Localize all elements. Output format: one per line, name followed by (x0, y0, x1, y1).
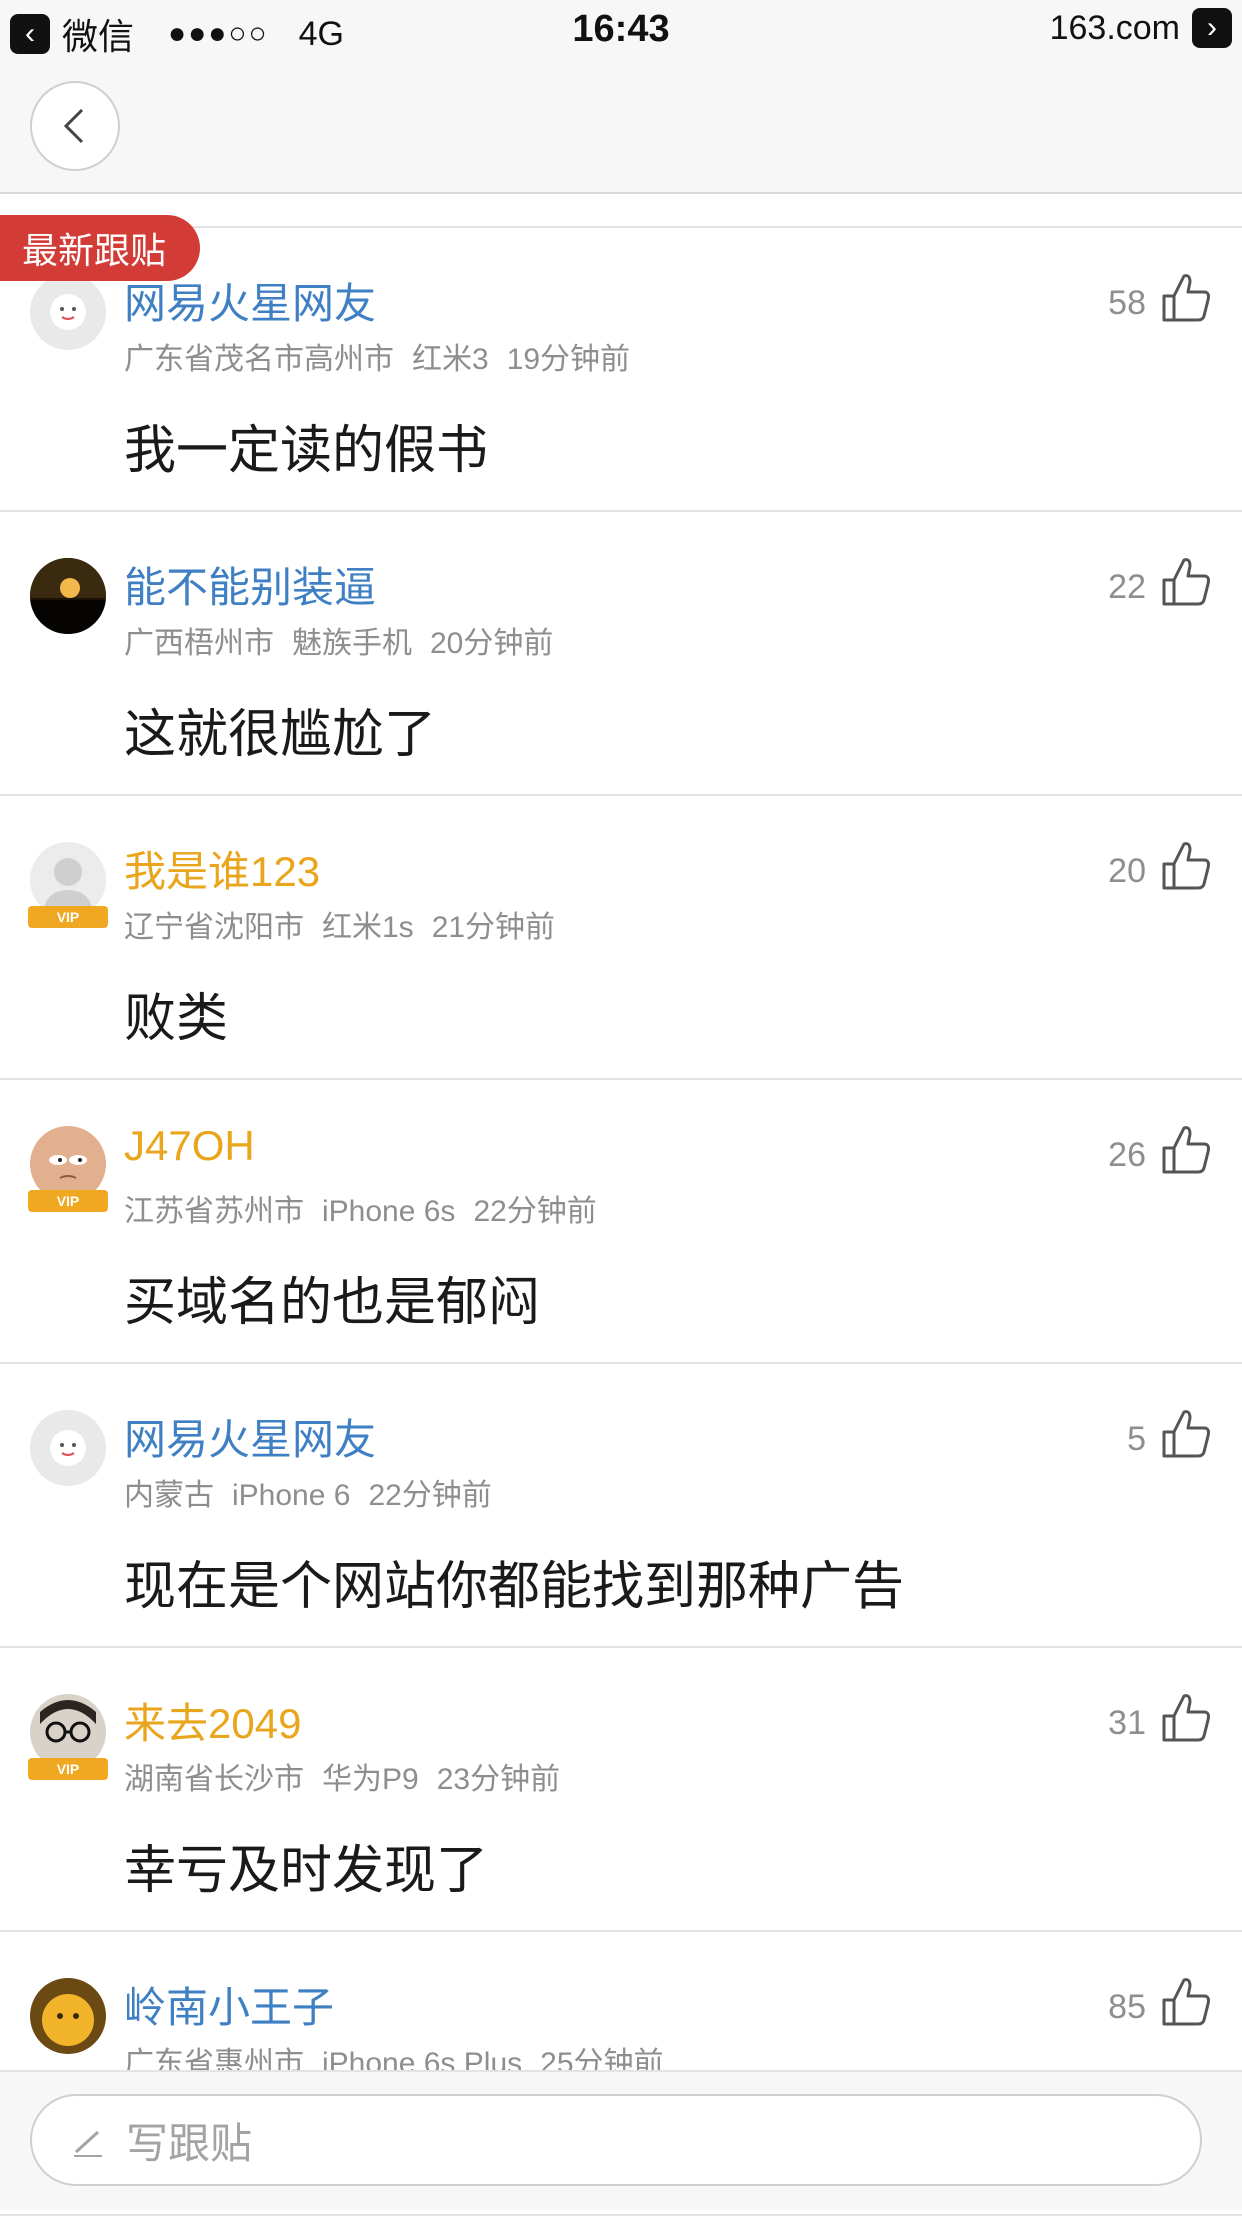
avatar[interactable] (30, 558, 106, 634)
comment-item: VIP 我是谁123 辽宁省沈阳市 红米1s 21分钟前 败类 20 (0, 796, 1242, 1080)
yellow-avatar-icon (30, 1978, 106, 2054)
vip-badge: VIP (28, 1190, 108, 1212)
thumbs-up-icon[interactable] (1158, 554, 1214, 610)
status-bar-right: 163.com › (1050, 8, 1232, 48)
status-bar: ‹ 微信 ●●●○○ 4G 16:43 163.com › (0, 0, 1242, 62)
device: 华为P9 (322, 1763, 419, 1796)
location: 辽宁省沈阳市 (124, 911, 304, 944)
like-count: 26 (1108, 1136, 1146, 1174)
like-count: 5 (1127, 1420, 1146, 1458)
latest-comments-badge: 最新跟贴 (0, 215, 200, 281)
pen-icon (74, 2130, 102, 2157)
like-count: 85 (1108, 1988, 1146, 2026)
chevron-left-icon (63, 108, 84, 144)
location: 湖南省长沙市 (124, 1763, 304, 1796)
comment-content[interactable]: 我一定读的假书 (124, 408, 488, 483)
username[interactable]: J47OH (124, 1122, 255, 1170)
thumbs-up-icon[interactable] (1158, 1406, 1214, 1462)
location: 广东省茂名市高州市 (124, 343, 394, 376)
timestamp: 20分钟前 (430, 627, 554, 660)
comment-meta: 广西梧州市 魅族手机 20分钟前 (124, 618, 571, 662)
location: 内蒙古 (124, 1479, 214, 1512)
write-comment-input[interactable]: 写跟贴 (30, 2094, 1202, 2186)
default-avatar-icon (30, 1410, 106, 1486)
write-comment-placeholder: 写跟贴 (126, 2119, 253, 2167)
location: 江苏省苏州市 (124, 1195, 304, 1228)
timestamp: 22分钟前 (473, 1195, 597, 1228)
comment-content[interactable]: 这就很尴尬了 (124, 692, 436, 767)
device: iPhone 6s (322, 1195, 456, 1228)
comment-content[interactable]: 败类 (124, 976, 228, 1051)
location: 广西梧州市 (124, 627, 274, 660)
comment-item: 网易火星网友 内蒙古 iPhone 6 22分钟前 现在是个网站你都能找到那种广告 … (0, 1364, 1242, 1648)
timestamp: 21分钟前 (431, 911, 556, 944)
nav-bar (0, 62, 1242, 194)
avatar[interactable] (30, 1978, 106, 2054)
like-count: 58 (1108, 284, 1146, 322)
device: 红米1s (322, 911, 414, 944)
sunset-avatar-icon (30, 558, 106, 634)
comment-item: VIP J47OH 江苏省苏州市 iPhone 6s 22分钟前 买域名的也是郁闷 … (0, 1080, 1242, 1364)
vip-badge: VIP (28, 906, 108, 928)
thumbs-up-icon[interactable] (1158, 838, 1214, 894)
device: 魅族手机 (292, 627, 412, 660)
username[interactable]: 来去2049 (124, 1690, 301, 1751)
comment-meta: 广东省茂名市高州市 红米3 19分钟前 (124, 334, 648, 378)
site-label[interactable]: 163.com (1050, 9, 1180, 48)
like-count: 31 (1108, 1704, 1146, 1742)
username[interactable]: 能不能别装逼 (124, 554, 376, 615)
thumbs-up-icon[interactable] (1158, 1690, 1214, 1746)
comment-content[interactable]: 幸亏及时发现了 (124, 1828, 488, 1903)
comment-item: 能不能别装逼 广西梧州市 魅族手机 20分钟前 这就很尴尬了 22 (0, 512, 1242, 796)
username[interactable]: 岭南小王子 (124, 1974, 334, 2035)
username[interactable]: 网易火星网友 (124, 1406, 376, 1467)
timestamp: 23分钟前 (436, 1763, 561, 1796)
comment-meta: 江苏省苏州市 iPhone 6s 22分钟前 (124, 1186, 615, 1230)
forward-icon[interactable]: › (1192, 8, 1232, 48)
like-count: 22 (1108, 568, 1146, 606)
vip-badge: VIP (28, 1758, 108, 1780)
avatar[interactable] (30, 1410, 106, 1486)
username[interactable]: 我是谁123 (124, 838, 320, 899)
thumbs-up-icon[interactable] (1158, 1122, 1214, 1178)
comment-content[interactable]: 现在是个网站你都能找到那种广告 (124, 1544, 904, 1619)
like-count: 20 (1108, 852, 1146, 890)
avatar[interactable] (30, 274, 106, 350)
thumbs-up-icon[interactable] (1158, 1974, 1214, 2030)
comment-meta: 湖南省长沙市 华为P9 23分钟前 (124, 1754, 578, 1798)
comment-meta: 辽宁省沈阳市 红米1s 21分钟前 (124, 902, 573, 946)
timestamp: 22分钟前 (368, 1479, 492, 1512)
comment-content[interactable]: 买域名的也是郁闷 (124, 1260, 540, 1335)
default-avatar-icon (30, 274, 106, 350)
thumbs-up-icon[interactable] (1158, 270, 1214, 326)
device: 红米3 (412, 343, 489, 376)
timestamp: 19分钟前 (506, 343, 631, 376)
device: iPhone 6 (232, 1479, 351, 1512)
comment-meta: 内蒙古 iPhone 6 22分钟前 (124, 1470, 510, 1514)
comment-item: VIP 来去2049 湖南省长沙市 华为P9 23分钟前 幸亏及时发现了 31 (0, 1648, 1242, 1932)
back-button[interactable] (30, 81, 120, 171)
bottom-bar: 写跟贴 (0, 2070, 1242, 2210)
